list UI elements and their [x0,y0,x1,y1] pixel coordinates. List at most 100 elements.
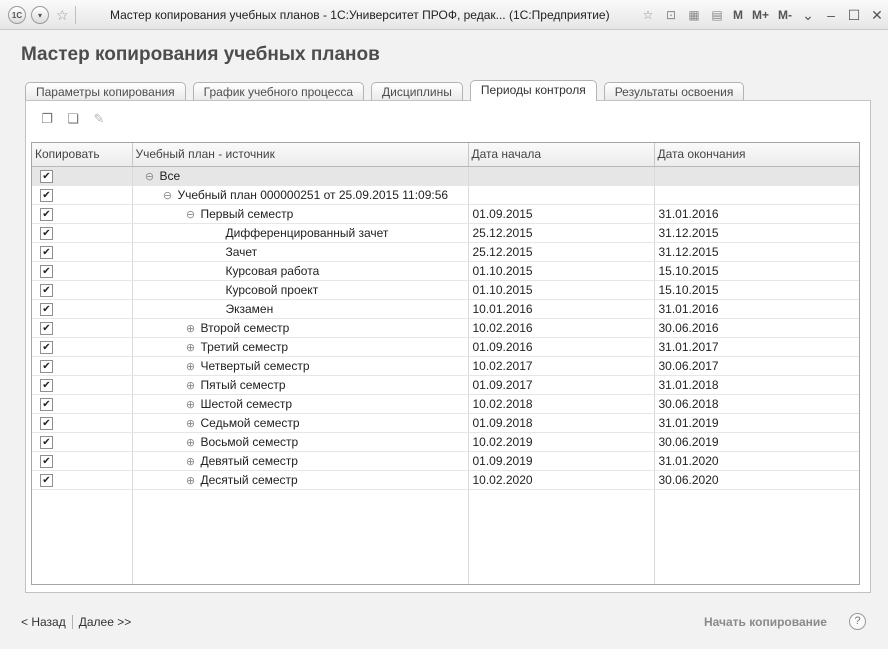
table-row[interactable]: ✔ Курсовая работа 01.10.2015 15.10.2015 [32,261,859,281]
table-row[interactable]: ✔ ⊕ Шестой семестр 10.02.2018 30.06.2018 [32,394,859,414]
tab-control-periods[interactable]: Периоды контроля [469,80,597,101]
end-date-cell[interactable]: 15.10.2015 [654,261,859,281]
start-date-cell[interactable]: 01.09.2019 [468,451,655,471]
table-row[interactable]: ✔ ⊕ Десятый семестр 10.02.2020 30.06.2020 [32,470,859,490]
copy-checkbox[interactable]: ✔ [40,454,53,468]
expand-icon[interactable]: ⊕ [186,341,196,354]
table-row[interactable]: ✔ ⊕ Второй семестр 10.02.2016 30.06.2016 [32,318,859,338]
expand-icon[interactable]: ⊕ [186,474,196,487]
main-menu-icon[interactable]: ▾ [31,6,49,24]
column-header-end-date[interactable]: Дата окончания [654,143,859,167]
copy-checkbox[interactable]: ✔ [40,321,53,335]
start-date-cell[interactable]: 10.02.2016 [468,318,655,338]
end-date-cell[interactable]: 31.01.2019 [654,413,859,433]
end-date-cell[interactable]: 30.06.2016 [654,318,859,338]
copy-checkbox[interactable]: ✔ [40,283,53,297]
memory-minus-button[interactable]: M- [778,6,792,24]
start-copy-button[interactable]: Начать копирование [704,615,827,629]
edit-icon[interactable]: ✎ [90,111,108,127]
start-date-cell[interactable]: 10.02.2018 [468,394,655,414]
start-date-cell[interactable]: 01.10.2015 [468,261,655,281]
copy-checkbox[interactable]: ✔ [40,207,53,221]
start-date-cell[interactable]: 01.10.2015 [468,280,655,300]
table-row[interactable]: ✔ ⊖ Учебный план 000000251 от 25.09.2015 1… [32,185,859,205]
table-row[interactable]: ✔ Дифференцированный зачет 25.12.2015 31.12… [32,223,859,243]
copy-checkbox[interactable]: ✔ [40,264,53,278]
end-date-cell[interactable] [654,166,859,186]
column-header-start-date[interactable]: Дата начала [468,143,655,167]
copy-checkbox[interactable]: ✔ [40,378,53,392]
calendar-icon[interactable]: ▤ [710,6,724,24]
memory-plus-button[interactable]: M+ [752,6,769,24]
copy-checkbox[interactable]: ✔ [40,226,53,240]
tab-learning-results[interactable]: Результаты освоения [603,82,745,101]
favorite-add-icon[interactable]: ☆ [641,6,655,24]
end-date-cell[interactable]: 31.12.2015 [654,242,859,262]
next-button[interactable]: Далее >> [79,615,132,629]
tab-disciplines[interactable]: Дисциплины [371,82,463,101]
end-date-cell[interactable]: 30.06.2019 [654,432,859,452]
copy-checkbox[interactable]: ✔ [40,416,53,430]
column-header-copy[interactable]: Копировать [32,143,133,167]
maximize-icon[interactable]: ☐ [847,6,861,24]
end-date-cell[interactable]: 31.01.2016 [654,299,859,319]
uncheck-all-icon[interactable]: ❏ [64,111,82,127]
table-row[interactable]: ✔ ⊖ Первый семестр 01.09.2015 31.01.2016 [32,204,859,224]
column-header-source-plan[interactable]: Учебный план - источник [132,143,469,167]
copy-checkbox[interactable]: ✔ [40,245,53,259]
end-date-cell[interactable]: 30.06.2017 [654,356,859,376]
collapse-icon[interactable]: ⊖ [186,208,196,221]
table-row[interactable]: ✔ ⊕ Седьмой семестр 01.09.2018 31.01.2019 [32,413,859,433]
copy-checkbox[interactable]: ✔ [40,340,53,354]
start-date-cell[interactable]: 10.02.2020 [468,470,655,490]
end-date-cell[interactable]: 31.01.2016 [654,204,859,224]
memory-m-button[interactable]: M [733,6,743,24]
table-row[interactable]: ✔ ⊕ Восьмой семестр 10.02.2019 30.06.2019 [32,432,859,452]
end-date-cell[interactable]: 30.06.2020 [654,470,859,490]
check-all-icon[interactable]: ❐ [38,111,56,127]
expand-icon[interactable]: ⊕ [186,398,196,411]
help-icon[interactable]: ? [849,613,866,630]
copy-checkbox[interactable]: ✔ [40,188,53,202]
back-button[interactable]: < Назад [21,615,66,629]
app-logo-icon[interactable]: 1C [8,6,26,24]
end-date-cell[interactable]: 30.06.2018 [654,394,859,414]
start-date-cell[interactable]: 01.09.2018 [468,413,655,433]
end-date-cell[interactable]: 15.10.2015 [654,280,859,300]
end-date-cell[interactable]: 31.12.2015 [654,223,859,243]
close-icon[interactable]: ✕ [870,6,884,24]
copy-checkbox[interactable]: ✔ [40,359,53,373]
copy-checkbox[interactable]: ✔ [40,397,53,411]
expand-icon[interactable]: ⊕ [186,379,196,392]
expand-icon[interactable]: ⊕ [186,417,196,430]
start-date-cell[interactable]: 01.09.2016 [468,337,655,357]
expand-icon[interactable]: ⊕ [186,360,196,373]
table-row[interactable]: ✔ ⊖ Все [32,166,859,186]
expand-icon[interactable]: ⊕ [186,322,196,335]
table-row[interactable]: ✔ ⊕ Девятый семестр 01.09.2019 31.01.2020 [32,451,859,471]
table-row[interactable]: ✔ ⊕ Третий семестр 01.09.2016 31.01.2017 [32,337,859,357]
start-date-cell[interactable]: 25.12.2015 [468,223,655,243]
end-date-cell[interactable]: 31.01.2018 [654,375,859,395]
copy-checkbox[interactable]: ✔ [40,435,53,449]
link-icon[interactable]: ⊡ [664,6,678,24]
favorite-star-icon[interactable]: ☆ [56,6,69,24]
minimize-icon[interactable]: – [824,6,838,24]
table-row[interactable]: ✔ Экзамен 10.01.2016 31.01.2016 [32,299,859,319]
start-date-cell[interactable]: 10.02.2019 [468,432,655,452]
start-date-cell[interactable] [468,185,655,205]
start-date-cell[interactable]: 10.01.2016 [468,299,655,319]
collapse-icon[interactable]: ⊖ [145,170,155,183]
calculator-icon[interactable]: ▦ [687,6,701,24]
end-date-cell[interactable]: 31.01.2020 [654,451,859,471]
start-date-cell[interactable] [468,166,655,186]
table-row[interactable]: ✔ ⊕ Пятый семестр 01.09.2017 31.01.2018 [32,375,859,395]
expand-icon[interactable]: ⊕ [186,455,196,468]
start-date-cell[interactable]: 10.02.2017 [468,356,655,376]
start-date-cell[interactable]: 25.12.2015 [468,242,655,262]
start-date-cell[interactable]: 01.09.2015 [468,204,655,224]
table-row[interactable]: ✔ Курсовой проект 01.10.2015 15.10.2015 [32,280,859,300]
end-date-cell[interactable]: 31.01.2017 [654,337,859,357]
tab-copy-parameters[interactable]: Параметры копирования [25,82,186,101]
copy-checkbox[interactable]: ✔ [40,473,53,487]
